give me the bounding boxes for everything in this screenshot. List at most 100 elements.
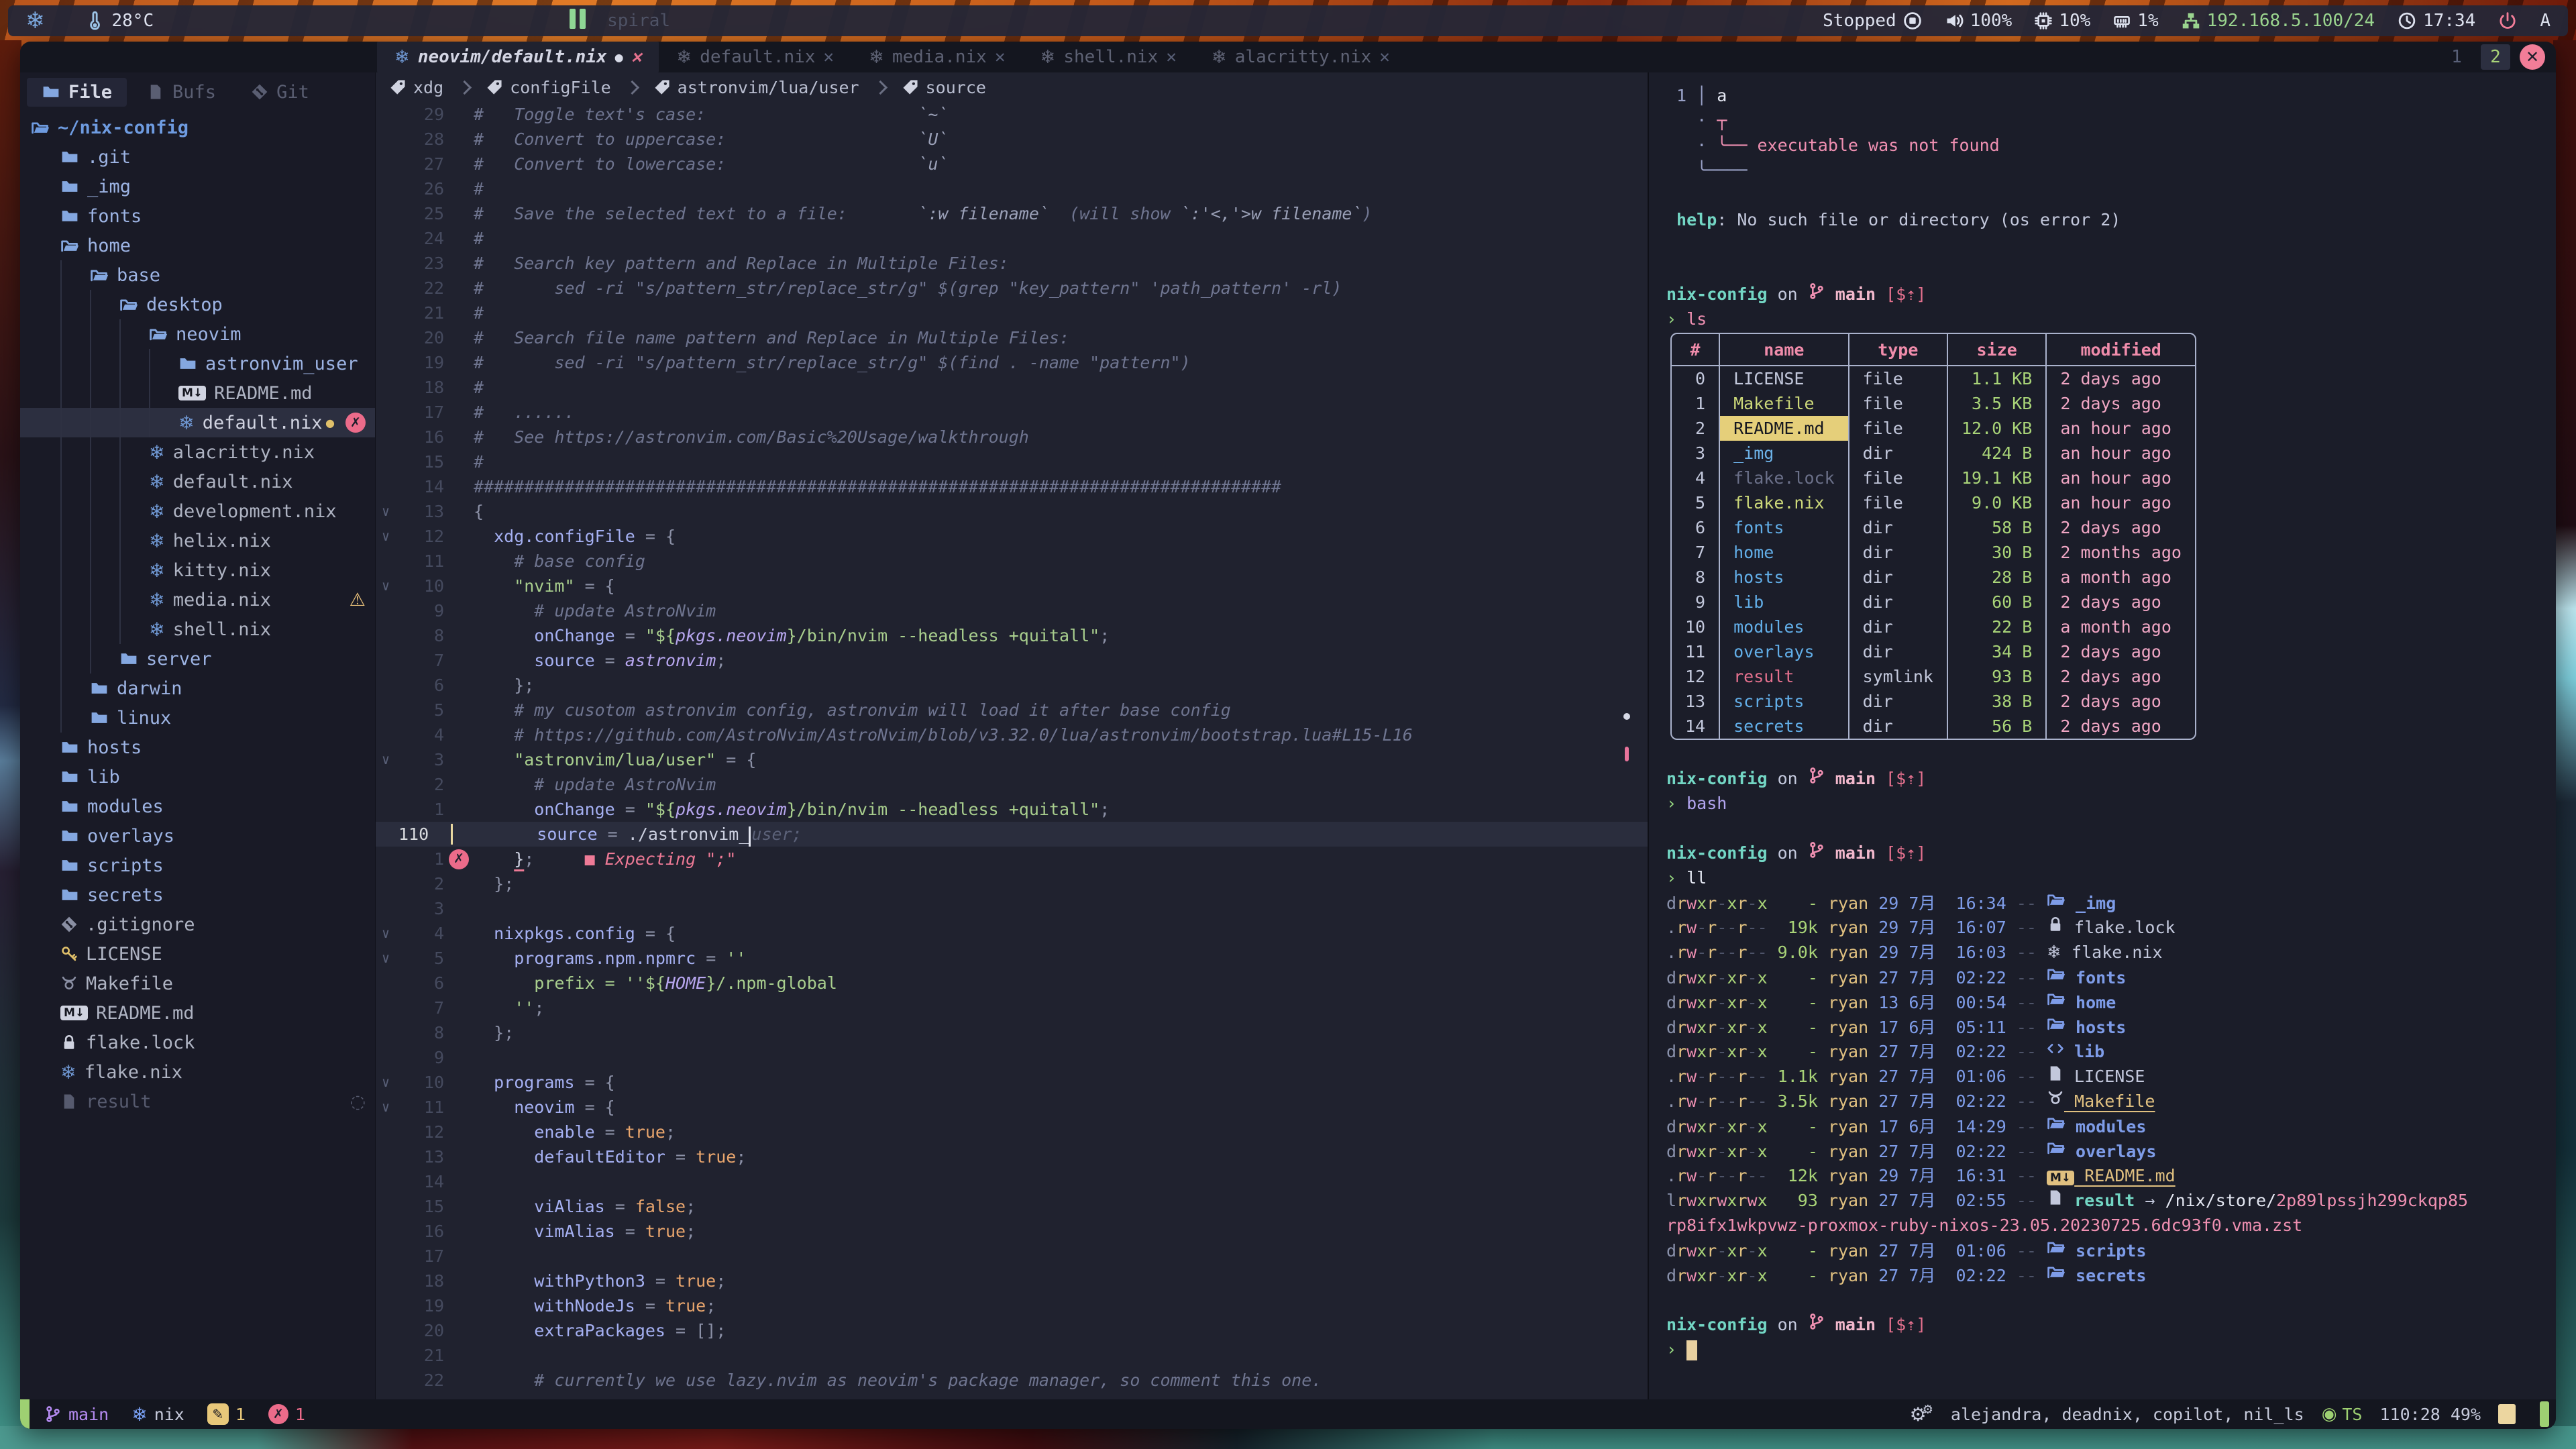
pause-icon[interactable]	[570, 9, 590, 34]
code-line[interactable]: 9 # update AstroNvim	[376, 598, 1648, 623]
code-line[interactable]: 110 source = ./astronvim_user;	[376, 822, 1648, 847]
tree-item-linux[interactable]: linux	[20, 703, 375, 733]
code-line[interactable]: ∨ 4 nixpkgs.config = {	[376, 921, 1648, 946]
breadcrumb-configFile[interactable]: configFile	[486, 78, 611, 97]
code-line[interactable]: 19 withNodeJs = true;	[376, 1293, 1648, 1318]
tab-close-icon[interactable]: ✕	[823, 47, 834, 67]
neotree-tab-Bufs[interactable]: Bufs	[132, 78, 231, 107]
code-line[interactable]: 1 ✗ }; ■ Expecting ";"	[376, 847, 1648, 871]
tree-item-.gitignore[interactable]: .gitignore	[20, 910, 375, 939]
code-line[interactable]: 6 prefix = ''${HOME}/.npm-global	[376, 971, 1648, 996]
code-line[interactable]: 18 withPython3 = true;	[376, 1269, 1648, 1293]
tree-item-default.nix[interactable]: ❄default.nix	[20, 467, 375, 496]
buffer-tab-default.nix[interactable]: ❄default.nix ✕	[659, 42, 851, 72]
tabpage-1[interactable]: 1	[2442, 44, 2471, 70]
tree-item-darwin[interactable]: darwin	[20, 674, 375, 703]
tree-item-development.nix[interactable]: ❄development.nix	[20, 496, 375, 526]
topbar-item-cpu[interactable]: 10%	[2035, 11, 2090, 31]
code-line[interactable]: 28 # Convert to uppercase: `U`	[376, 127, 1648, 152]
buffer-tab-shell.nix[interactable]: ❄shell.nix ✕	[1022, 42, 1193, 72]
code-line[interactable]: 25 # Save the selected text to a file: `…	[376, 201, 1648, 226]
tab-close-icon[interactable]: ✕	[631, 47, 642, 67]
code-line[interactable]: 15 #	[376, 449, 1648, 474]
code-line[interactable]: ∨ 13 {	[376, 499, 1648, 524]
code-line[interactable]: 16 vimAlias = true;	[376, 1219, 1648, 1244]
tree-item-shell.nix[interactable]: ❄shell.nix	[20, 614, 375, 644]
code-line[interactable]: 8 };	[376, 1020, 1648, 1045]
code-line[interactable]: ∨ 5 programs.npm.npmrc = ''	[376, 946, 1648, 971]
tree-item-base[interactable]: base	[20, 260, 375, 290]
tab-close-icon[interactable]: ✕	[1166, 47, 1177, 67]
code-line[interactable]: 12 enable = true;	[376, 1120, 1648, 1144]
fold-marker[interactable]: ∨	[376, 921, 396, 946]
code-line[interactable]: 22 # sed -ri "s/pattern_str/replace_str/…	[376, 276, 1648, 301]
tree-item-result[interactable]: result ◌	[20, 1087, 375, 1116]
code-line[interactable]: 15 viAlias = false;	[376, 1194, 1648, 1219]
code-line[interactable]: 18 #	[376, 375, 1648, 400]
tree-item-_img[interactable]: _img	[20, 172, 375, 201]
tree-item-LICENSE[interactable]: LICENSE	[20, 939, 375, 969]
tree-item-kitty.nix[interactable]: ❄kitty.nix	[20, 555, 375, 585]
code-line[interactable]: 4 # https://github.com/AstroNvim/AstroNv…	[376, 722, 1648, 747]
code-line[interactable]: 14	[376, 1169, 1648, 1194]
fold-marker[interactable]: ∨	[376, 499, 396, 524]
breadcrumb-astronvim/lua/user[interactable]: astronvim/lua/user	[653, 78, 859, 97]
tabpage-close-icon[interactable]: ✕	[2520, 44, 2545, 70]
fold-marker[interactable]: ∨	[376, 946, 396, 971]
topbar-item-A[interactable]: A	[2540, 11, 2551, 31]
code-line[interactable]: 16 # See https://astronvim.com/Basic%20U…	[376, 425, 1648, 449]
fold-marker[interactable]: ∨	[376, 574, 396, 598]
code-line[interactable]: 24 #	[376, 226, 1648, 251]
code-line[interactable]: 1 onChange = "${pkgs.neovim}/bin/nvim --…	[376, 797, 1648, 822]
topbar-item-power[interactable]	[2498, 11, 2517, 30]
code-line[interactable]: ∨ 11 neovim = {	[376, 1095, 1648, 1120]
code-line[interactable]: 3	[376, 896, 1648, 921]
code-line[interactable]: 26 #	[376, 176, 1648, 201]
code-line[interactable]: 7 '';	[376, 996, 1648, 1020]
tree-item-scripts[interactable]: scripts	[20, 851, 375, 880]
code-line[interactable]: 8 onChange = "${pkgs.neovim}/bin/nvim --…	[376, 623, 1648, 648]
code-line[interactable]: 20 # Search file name pattern and Replac…	[376, 325, 1648, 350]
code-line[interactable]: ∨ 3 "astronvim/lua/user" = {	[376, 747, 1648, 772]
tree-item-media.nix[interactable]: ❄media.nix ⚠	[20, 585, 375, 614]
modified-count[interactable]: 1	[235, 1405, 246, 1424]
error-count[interactable]: 1	[295, 1405, 305, 1424]
editor-pane[interactable]: xdg configFile astronvim/lua/user source…	[376, 72, 1648, 1399]
tree-item-flake.nix[interactable]: ❄flake.nix	[20, 1057, 375, 1087]
tree-item-default.nix[interactable]: ❄default.nix ●✗	[20, 408, 375, 437]
tree-item-hosts[interactable]: hosts	[20, 733, 375, 762]
tree-item-neovim[interactable]: neovim	[20, 319, 375, 349]
topbar-item-network[interactable]: 192.168.5.100/24	[2182, 11, 2375, 31]
fold-marker[interactable]: ∨	[376, 1095, 396, 1120]
code-area[interactable]: 29 # Toggle text's case: `~` 28 # Conver…	[376, 102, 1648, 1399]
tree-item-helix.nix[interactable]: ❄helix.nix	[20, 526, 375, 555]
code-line[interactable]: 27 # Convert to lowercase: `u`	[376, 152, 1648, 176]
breadcrumb-xdg[interactable]: xdg	[389, 78, 443, 97]
buffer-tab-alacritty.nix[interactable]: ❄alacritty.nix ✕	[1194, 42, 1407, 72]
code-line[interactable]: 19 # sed -ri "s/pattern_str/replace_str/…	[376, 350, 1648, 375]
code-line[interactable]: 11 # base config	[376, 549, 1648, 574]
tree-item-server[interactable]: server	[20, 644, 375, 674]
tab-close-icon[interactable]: ✕	[1379, 47, 1390, 67]
code-line[interactable]: 17 # ......	[376, 400, 1648, 425]
code-line[interactable]: 7 source = astronvim;	[376, 648, 1648, 673]
tree-item-.git[interactable]: .git	[20, 142, 375, 172]
code-line[interactable]: 9	[376, 1045, 1648, 1070]
code-line[interactable]: ∨ 10 programs = {	[376, 1070, 1648, 1095]
code-line[interactable]: 22 # currently we use lazy.nvim as neovi…	[376, 1368, 1648, 1393]
fold-marker[interactable]: ∨	[376, 747, 396, 772]
tree-item-modules[interactable]: modules	[20, 792, 375, 821]
code-line[interactable]: 5 # my cusotom astronvim config, astronv…	[376, 698, 1648, 722]
tree-item-Makefile[interactable]: Makefile	[20, 969, 375, 998]
code-line[interactable]: 29 # Toggle text's case: `~`	[376, 102, 1648, 127]
tree-item-lib[interactable]: lib	[20, 762, 375, 792]
neotree-tab-Git[interactable]: Git	[236, 78, 324, 107]
code-line[interactable]: 2 # update AstroNvim	[376, 772, 1648, 797]
fold-marker[interactable]: ∨	[376, 524, 396, 549]
neotree-tab-File[interactable]: File	[27, 78, 127, 107]
code-line[interactable]: 21	[376, 1343, 1648, 1368]
code-line[interactable]: 21 #	[376, 301, 1648, 325]
code-line[interactable]: 17	[376, 1244, 1648, 1269]
tree-item-overlays[interactable]: overlays	[20, 821, 375, 851]
topbar-item-stop[interactable]: Stopped	[1823, 11, 1922, 31]
